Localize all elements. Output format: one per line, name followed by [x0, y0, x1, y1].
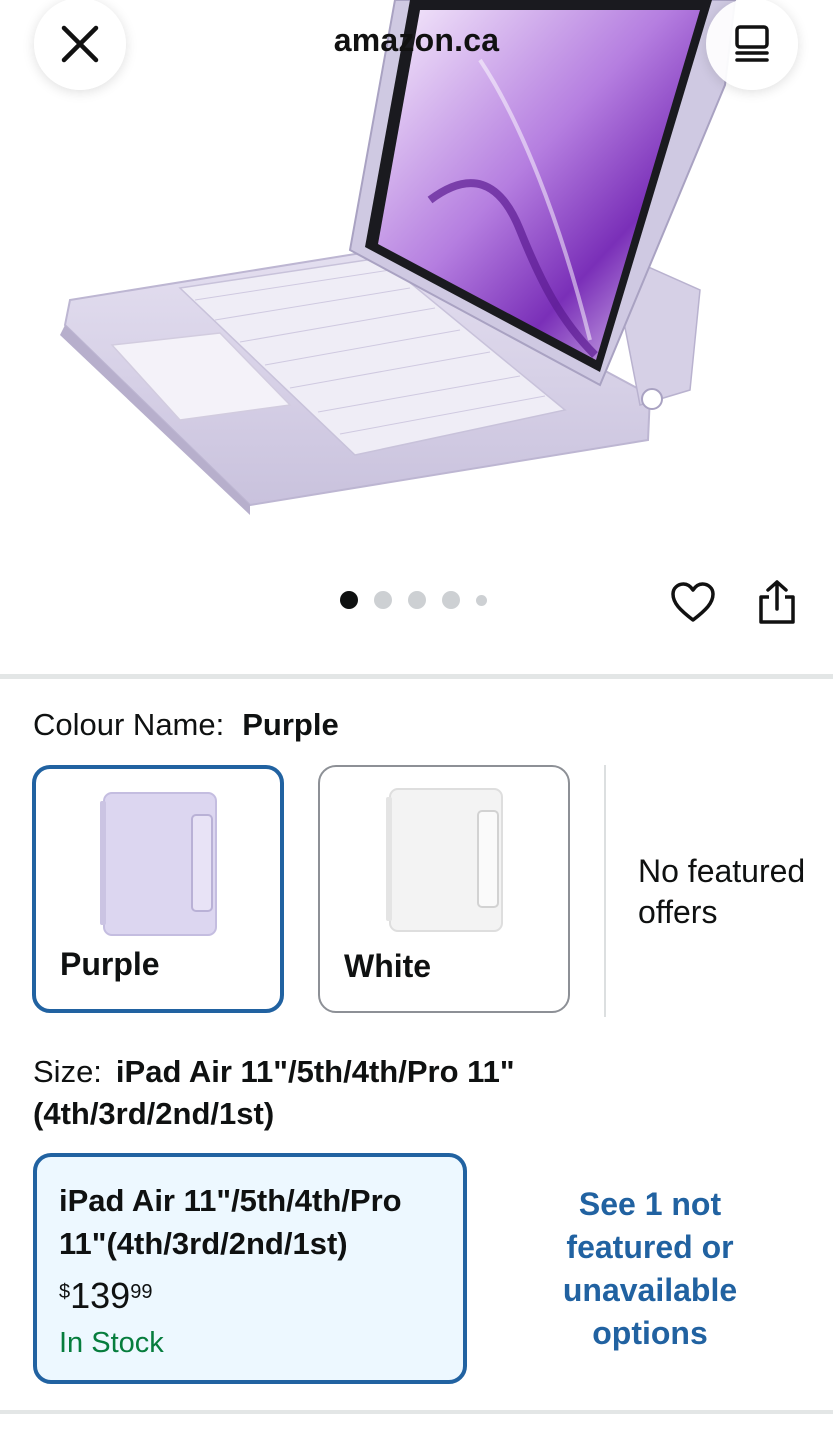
section-divider	[0, 1410, 833, 1414]
pagination-dot[interactable]	[442, 591, 460, 609]
size-label: Size:	[33, 1054, 102, 1089]
size-option-price: $13999	[59, 1275, 152, 1317]
section-divider	[0, 674, 833, 679]
pagination-dot[interactable]	[408, 591, 426, 609]
share-icon	[759, 580, 795, 624]
colour-label-row: Colour Name: Purple	[33, 707, 339, 743]
see-unavailable-options-link[interactable]: See 1 not featured or unavailable option…	[540, 1183, 760, 1355]
colour-option-purple[interactable]: Purple	[32, 765, 284, 1013]
pagination-dot[interactable]	[374, 591, 392, 609]
share-button[interactable]	[752, 577, 802, 627]
colour-option-label: Purple	[60, 946, 160, 982]
colour-option-label: White	[344, 948, 432, 984]
no-featured-offers-text: No featured offers	[638, 853, 806, 930]
pagination-dot[interactable]	[476, 594, 487, 606]
vertical-divider	[604, 765, 606, 1017]
price-fraction: 99	[130, 1281, 153, 1303]
colour-option-white[interactable]: White	[318, 765, 570, 1013]
tabs-icon	[735, 25, 769, 62]
size-option-name: iPad Air 11"/5th/4th/Pro 11"(4th/3rd/2nd…	[59, 1183, 402, 1261]
size-selected-value: iPad Air 11"/5th/4th/Pro 11" (4th/3rd/2n…	[33, 1054, 515, 1131]
price-symbol: $	[59, 1281, 71, 1303]
product-image-area[interactable]: amazon.ca	[0, 0, 833, 675]
stock-status: In Stock	[59, 1327, 164, 1359]
heart-icon	[671, 582, 715, 622]
image-pagination[interactable]	[340, 591, 487, 609]
tabs-button[interactable]	[706, 0, 798, 90]
colour-selected-value: Purple	[242, 707, 339, 742]
size-option-selected[interactable]: iPad Air 11"/5th/4th/Pro 11"(4th/3rd/2nd…	[33, 1153, 467, 1384]
pagination-dot[interactable]	[340, 591, 358, 609]
size-label-row: Size: iPad Air 11"/5th/4th/Pro 11" (4th/3…	[33, 1051, 593, 1135]
purple-case-thumbnail	[100, 792, 217, 936]
colour-label: Colour Name:	[33, 707, 225, 742]
white-case-thumbnail	[386, 788, 503, 932]
product-image[interactable]	[0, 0, 833, 560]
price-whole: 139	[70, 1275, 131, 1316]
favorite-button[interactable]	[668, 577, 718, 627]
